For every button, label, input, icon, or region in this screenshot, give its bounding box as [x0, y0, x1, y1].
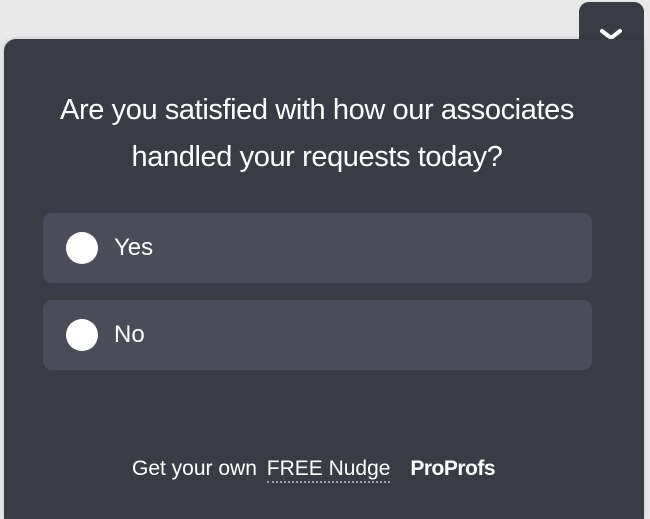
survey-question: Are you satisfied with how our associate…: [4, 87, 630, 181]
footer-promo: Get your own FREE Nudge ProProfs: [132, 457, 496, 483]
radio-button-no[interactable]: [66, 319, 98, 351]
footer-prefix: Get your own: [132, 457, 257, 480]
option-no-label: No: [114, 321, 145, 348]
question-line-1: Are you satisfied with how our associate…: [60, 94, 574, 126]
free-nudge-link[interactable]: FREE Nudge: [266, 457, 391, 483]
option-no[interactable]: No: [43, 300, 592, 370]
question-line-2: handled your requests today?: [131, 141, 503, 173]
proprofs-logo[interactable]: ProProfs: [410, 457, 495, 480]
option-yes-label: Yes: [114, 234, 154, 261]
option-yes[interactable]: Yes: [43, 213, 592, 283]
survey-panel: Are you satisfied with how our associate…: [4, 39, 644, 519]
radio-button-yes[interactable]: [66, 232, 98, 264]
